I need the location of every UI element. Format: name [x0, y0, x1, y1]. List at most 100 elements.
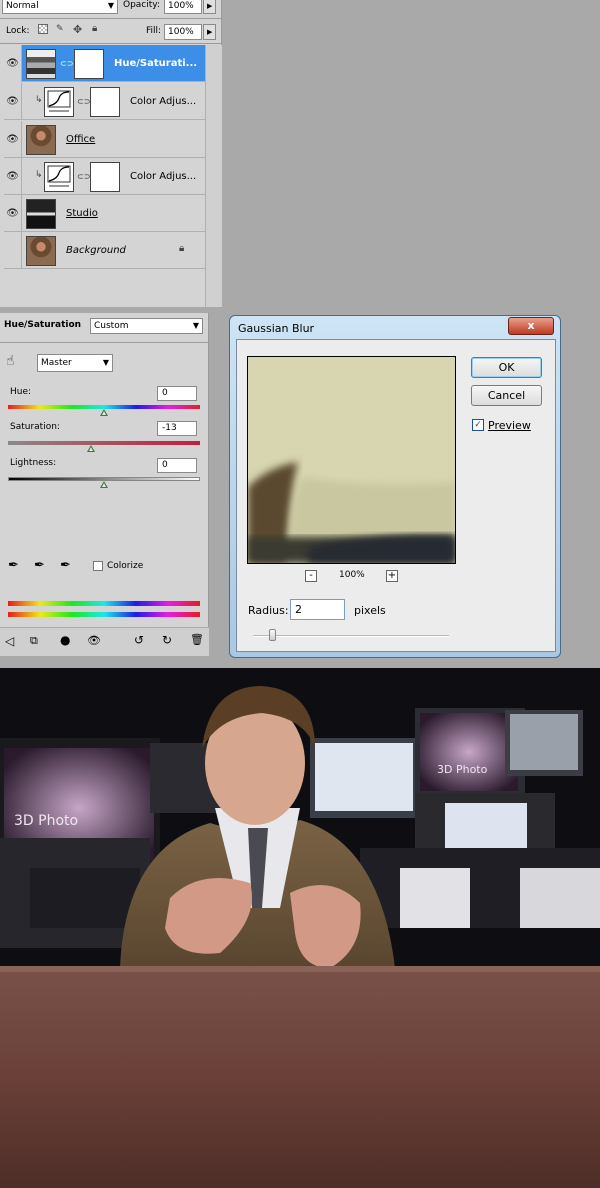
back-arrow-icon[interactable]: ◁ — [5, 634, 14, 648]
radius-slider-track[interactable] — [253, 635, 449, 637]
expand-view-icon[interactable]: ⧉ — [30, 634, 38, 648]
clip-arrow-icon: ↳ — [35, 95, 43, 105]
opacity-flyout-button[interactable]: ▶ — [203, 0, 216, 14]
opacity-field[interactable]: 100% — [164, 0, 202, 14]
eyedropper-subtract-icon[interactable]: ✒ — [60, 558, 71, 573]
layer-name: Studio — [66, 208, 98, 219]
layer-row-studio[interactable]: 👁︎ Studio — [4, 195, 206, 232]
eye-icon[interactable]: 👁︎ — [4, 45, 22, 82]
saturation-field[interactable]: -13 — [157, 421, 197, 436]
lock-move-icon[interactable]: ✥ — [73, 23, 82, 36]
curves-icon — [47, 90, 71, 112]
adjustments-panel: Hue/Saturation Custom ▼ ☝ Master ▼ Hue: … — [0, 313, 209, 656]
layer-thumbnail — [26, 199, 56, 229]
link-icon: ⊂⊃ — [77, 172, 91, 181]
preview-checkbox[interactable]: ✓ — [472, 419, 484, 431]
lightness-label: Lightness: — [10, 458, 57, 468]
radius-slider-thumb[interactable] — [269, 629, 276, 641]
layer-name: Color Adjus... — [130, 96, 197, 107]
bottom-toolbar: ◁ ⧉ ● 👁︎ ↺ ↻ 🗑︎ — [0, 627, 209, 656]
colorize-label: Colorize — [107, 561, 144, 571]
preset-select[interactable]: Custom ▼ — [90, 318, 203, 334]
layer-row-background[interactable]: Background 🔒︎ — [4, 232, 206, 269]
layer-thumbnail — [26, 125, 56, 155]
fill-field[interactable]: 100% — [164, 24, 202, 40]
eye-icon[interactable]: 👁︎ — [4, 158, 22, 195]
layer-row-office[interactable]: 👁︎ Office — [4, 121, 206, 158]
preview-label: Preview — [488, 419, 531, 432]
mask-thumbnail — [90, 87, 120, 117]
targeted-adjust-hand-icon[interactable]: ☝ — [6, 353, 15, 369]
link-icon: ⊂⊃ — [60, 59, 74, 68]
eyedropper-add-icon[interactable]: ✒ — [34, 558, 45, 573]
dialog-body: - 100% + OK Cancel ✓ Preview Radius: 2 p… — [236, 339, 556, 652]
preview-image — [248, 357, 455, 563]
eye-empty-slot[interactable] — [4, 232, 22, 269]
radius-field[interactable]: 2 — [290, 599, 345, 620]
fill-label: Fill: — [146, 26, 162, 36]
layer-thumbnail — [26, 236, 56, 266]
lock-icon: 🔒︎ — [179, 243, 185, 254]
lightness-slider-thumb[interactable] — [100, 481, 108, 488]
layer-name: Office — [66, 134, 96, 145]
link-icon: ⊂⊃ — [77, 97, 91, 106]
zoom-in-button[interactable]: + — [386, 570, 398, 582]
panel-title: Hue/Saturation — [4, 320, 82, 330]
lock-transparent-icon[interactable] — [38, 24, 48, 34]
reset-icon[interactable]: ↻ — [162, 633, 172, 647]
preview-window[interactable] — [247, 356, 456, 564]
lightness-field[interactable]: 0 — [157, 458, 197, 473]
layers-panel: Normal ▼ Opacity: 100% ▶ Lock: ✎ ✥ 🔒︎ Fi… — [0, 0, 222, 307]
result-color-bar — [8, 612, 200, 617]
saturation-label: Saturation: — [10, 422, 60, 432]
layer-name: Color Adjus... — [130, 171, 197, 182]
blend-mode-value: Normal — [6, 1, 39, 11]
chevron-down-icon: ▼ — [192, 321, 199, 330]
blend-mode-select[interactable]: Normal ▼ — [2, 0, 118, 14]
eye-icon[interactable]: 👁︎ — [4, 83, 22, 120]
saturation-slider-track[interactable] — [8, 441, 200, 445]
layer-row-color-adjust-1[interactable]: 👁︎ ↳ ⊂⊃ Color Adjus... — [4, 83, 206, 120]
chevron-down-icon: ▼ — [107, 1, 114, 10]
composite-photo: 3D Photo 3D Photo — [0, 668, 600, 1188]
channel-value: Master — [41, 358, 72, 368]
lock-label: Lock: — [6, 26, 30, 36]
divider — [0, 43, 222, 44]
visibility-eye-icon[interactable]: 👁︎ — [87, 634, 101, 647]
layer-name: Hue/Saturati... — [114, 58, 198, 69]
gaussian-blur-dialog: Gaussian Blur x - 100% + OK Cancel ✓ Pre… — [229, 315, 561, 658]
close-button[interactable]: x — [508, 317, 554, 335]
divider — [0, 342, 209, 343]
lock-brush-icon[interactable]: ✎ — [56, 24, 64, 34]
cancel-button[interactable]: Cancel — [471, 385, 542, 406]
hue-slider-thumb[interactable] — [100, 409, 108, 416]
fill-flyout-button[interactable]: ▶ — [203, 24, 216, 40]
zoom-out-button[interactable]: - — [305, 570, 317, 582]
saturation-slider-thumb[interactable] — [87, 445, 95, 452]
eye-icon[interactable]: 👁︎ — [4, 121, 22, 158]
dialog-title: Gaussian Blur — [238, 322, 315, 335]
chevron-down-icon: ▼ — [102, 358, 109, 367]
office-scene-image: 3D Photo 3D Photo — [0, 668, 600, 1188]
layer-name: Background — [66, 245, 126, 256]
hue-field[interactable]: 0 — [157, 386, 197, 401]
source-color-bar — [8, 601, 200, 606]
curves-thumbnail — [44, 87, 74, 117]
eye-icon[interactable]: 👁︎ — [4, 195, 22, 232]
zoom-level: 100% — [339, 570, 365, 580]
channel-select[interactable]: Master ▼ — [37, 354, 113, 372]
radius-label: Radius: — [248, 604, 289, 617]
eyedropper-icon[interactable]: ✒ — [8, 558, 19, 573]
layer-row-hue-saturation[interactable]: 👁︎ ⊂⊃ Hue/Saturati... — [4, 45, 206, 82]
colorize-checkbox[interactable] — [93, 561, 103, 571]
trash-icon[interactable]: 🗑︎ — [190, 633, 204, 646]
clip-layer-icon[interactable]: ● — [60, 633, 70, 647]
ok-button[interactable]: OK — [471, 357, 542, 378]
view-previous-icon[interactable]: ↺ — [134, 633, 144, 647]
adjustment-thumbnail — [26, 49, 56, 79]
lock-all-icon[interactable]: 🔒︎ — [92, 23, 97, 34]
scrollbar[interactable] — [205, 45, 222, 307]
mask-thumbnail — [74, 49, 104, 79]
layer-row-color-adjust-2[interactable]: 👁︎ ↳ ⊂⊃ Color Adjus... — [4, 158, 206, 195]
screen-text-left: 3D Photo — [14, 813, 78, 829]
